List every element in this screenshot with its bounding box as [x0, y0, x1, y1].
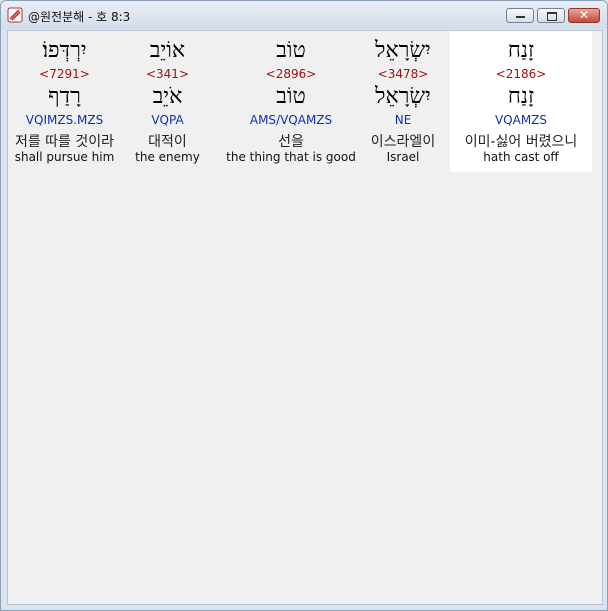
hebrew-word: אוֹיֵב	[149, 38, 186, 63]
word-column[interactable]: יִשְׂרָאֵל <3478> יִשְׂרָאֵל NE 이스라엘이 Is…	[352, 31, 454, 172]
word-column[interactable]: טוֹב <2896> טוֹב AMS/VQAMZS 선을 the thing…	[214, 31, 368, 172]
english-gloss: the thing that is good	[226, 150, 356, 164]
english-gloss: Israel	[386, 150, 420, 164]
minimize-button[interactable]	[506, 8, 534, 23]
strong-number[interactable]: <7291>	[8, 67, 121, 81]
word-column-selected[interactable]: זָנַח <2186> זָנַח VQAMZS 이미-싫어 버렸으니 hat…	[450, 31, 592, 172]
close-icon: ✕	[578, 8, 590, 22]
word-column[interactable]: אוֹיֵב <341> אֹיֵב VQPA 대적이 the enemy	[121, 31, 214, 172]
strong-number[interactable]: <3478>	[352, 67, 454, 81]
parsing-code: VQIMZS.MZS	[25, 113, 104, 127]
parsing-code: AMS/VQAMZS	[249, 113, 333, 127]
hebrew-word: יִרְדְּפוֹ׃	[42, 38, 87, 63]
strong-number[interactable]: <2186>	[450, 67, 592, 81]
strong-number[interactable]: <2896>	[214, 67, 368, 81]
korean-gloss: 대적이	[148, 134, 187, 150]
hebrew-lemma: רָדַף	[48, 84, 81, 109]
hebrew-word: יִשְׂרָאֵל	[375, 38, 431, 63]
english-gloss: shall pursue him	[14, 150, 115, 164]
parsing-code: NE	[394, 113, 412, 127]
app-window: @원전분해 - 호 8:3 ✕ יִרְדְּפוֹ׃ <7291> רָדַף…	[0, 0, 608, 611]
word-analysis-panel: יִרְדְּפוֹ׃ <7291> רָדַף VQIMZS.MZS 저를 따…	[7, 30, 603, 605]
hebrew-word: טוֹב	[276, 38, 306, 63]
english-gloss: hath cast off	[483, 150, 559, 164]
hebrew-lemma: זָנַח	[507, 84, 535, 109]
word-column[interactable]: יִרְדְּפוֹ׃ <7291> רָדַף VQIMZS.MZS 저를 따…	[8, 31, 121, 172]
window-title: @원전분해 - 호 8:3	[28, 10, 131, 24]
strong-number[interactable]: <341>	[121, 67, 214, 81]
app-icon	[7, 7, 23, 23]
maximize-button[interactable]	[537, 8, 565, 23]
close-button[interactable]: ✕	[568, 8, 600, 23]
minimize-icon	[516, 16, 525, 18]
parsing-code: VQAMZS	[494, 113, 548, 127]
korean-gloss: 이스라엘이	[370, 134, 436, 150]
english-gloss: the enemy	[135, 150, 200, 164]
korean-gloss: 저를 따를 것이라	[14, 134, 115, 150]
hebrew-lemma: יִשְׂרָאֵל	[375, 84, 431, 109]
korean-gloss: 선을	[278, 134, 304, 150]
hebrew-word: זָנַח	[507, 38, 535, 63]
maximize-icon	[547, 12, 557, 21]
hebrew-lemma: טוֹב	[276, 84, 306, 109]
title-bar[interactable]: @원전분해 - 호 8:3 ✕	[1, 1, 607, 29]
korean-gloss: 이미-싫어 버렸으니	[464, 134, 578, 150]
hebrew-lemma: אֹיֵב	[152, 84, 183, 109]
parsing-code: VQPA	[151, 113, 184, 127]
